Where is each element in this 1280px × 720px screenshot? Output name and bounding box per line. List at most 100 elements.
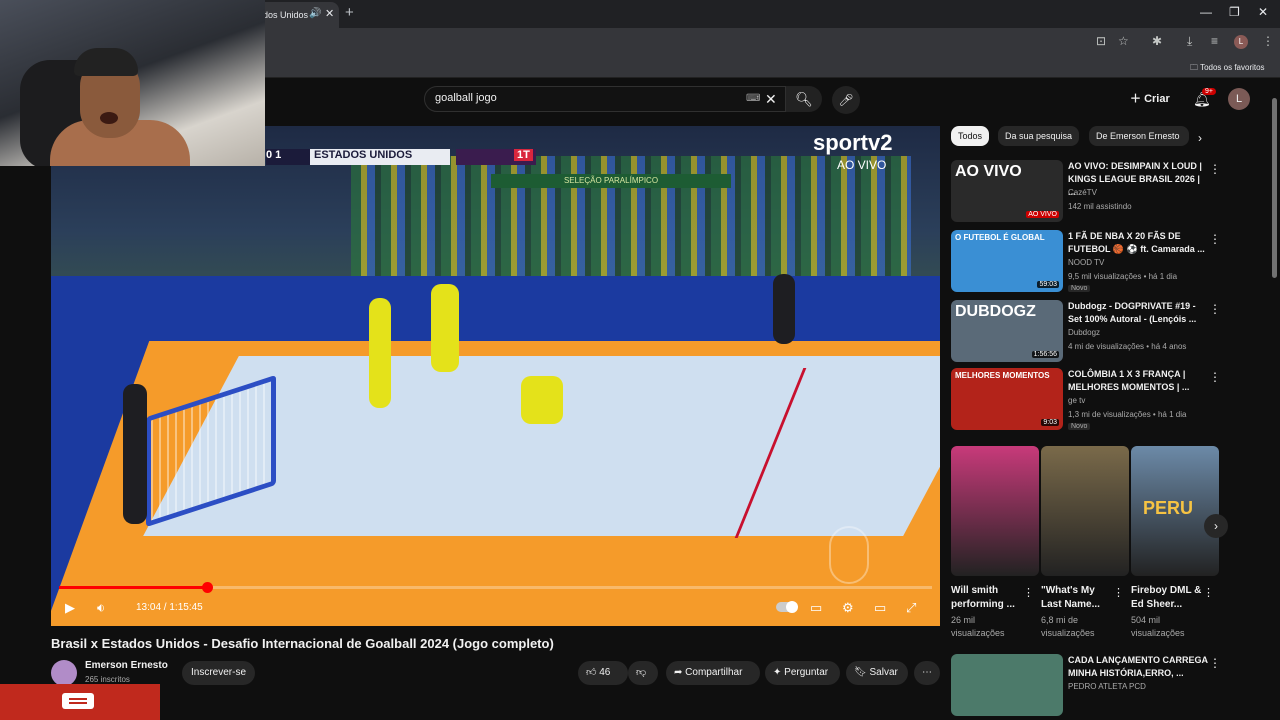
score: 0 1 [266, 149, 310, 165]
thumbnail-text: MELHORES MOMENTOS [955, 371, 1050, 380]
more-options-icon[interactable]: ⋮ [1023, 586, 1034, 599]
video-thumbnail[interactable]: AO VIVO AO VIVO [951, 160, 1063, 222]
chevron-right-icon[interactable]: › [1198, 131, 1202, 145]
video-thumbnail[interactable]: 9:03 MELHORES MOMENTOS [951, 368, 1063, 430]
all-bookmarks-label: Todos os favoritos [1200, 63, 1265, 72]
broadcaster-logo: sportv2 [813, 130, 893, 155]
clear-search-icon[interactable]: ✕ [765, 91, 777, 108]
short-thumbnail[interactable] [1041, 446, 1129, 576]
short-title[interactable]: "What's My Last Name... [1041, 584, 1113, 612]
more-options-icon[interactable]: ⋮ [1209, 656, 1221, 670]
mic-icon: 🎤︎ [838, 93, 854, 107]
video-thumbnail[interactable]: 59:03 O FUTEBOL É GLOBAL [951, 230, 1063, 292]
player [521, 376, 563, 424]
chip-channel[interactable]: De Emerson Ernesto [1089, 126, 1189, 146]
more-options-icon[interactable]: ⋮ [1113, 586, 1124, 599]
bookmark-star-icon[interactable]: ☆ [1118, 34, 1129, 48]
webcam-overlay [0, 0, 265, 166]
video-thumbnail[interactable]: 1:56:56 DUBDOGZ [951, 300, 1063, 362]
video-thumbnail[interactable] [951, 654, 1063, 716]
recommendation-title[interactable]: Dubdogz - DOGPRIVATE #19 - Set 100% Auto… [1068, 300, 1208, 326]
chevron-right-icon[interactable]: › [1204, 514, 1228, 538]
short-views: 26 mil visualizações [951, 615, 1005, 638]
scrollbar[interactable] [1270, 86, 1278, 686]
like-button[interactable]: 👍︎ 46 [578, 661, 628, 685]
volume-icon[interactable]: 🔉︎ [97, 600, 105, 616]
subtitles-icon[interactable]: ▭ [810, 600, 822, 616]
all-bookmarks[interactable]: 🗀 Todos os favoritos [1190, 62, 1265, 76]
progress-fill [59, 586, 208, 589]
ask-label: Perguntar [784, 667, 829, 678]
settings-gear-icon[interactable]: ⚙ [842, 600, 854, 616]
recommendation-title[interactable]: COLÔMBIA 1 X 3 FRANÇA | MELHORES MOMENTO… [1068, 368, 1208, 394]
video-player[interactable]: SELEÇÃO PARALÍMPICO 0 1 ESTADOS UNIDOS 1… [51, 126, 940, 626]
recommendation-meta: 9,5 mil visualizações • há 1 dia [1068, 272, 1178, 281]
recommendation-item[interactable]: 9:03 MELHORES MOMENTOS COLÔMBIA 1 X 3 FRA… [951, 368, 1271, 430]
search-button[interactable]: 🔍︎ [786, 86, 822, 112]
short-title[interactable]: Fireboy DML & Ed Sheer... [1131, 584, 1203, 612]
download-icon[interactable]: ⤓ [1187, 34, 1192, 49]
duration: 9:03 [1041, 419, 1059, 426]
recommendation-item[interactable]: 59:03 O FUTEBOL É GLOBAL 1 FÃ DE NBA X 20… [951, 230, 1271, 292]
profile-avatar[interactable]: L [1234, 35, 1248, 49]
play-icon[interactable]: ▶ [65, 600, 75, 616]
ask-button[interactable]: ✦ Perguntar [765, 661, 840, 685]
recommendation-channel[interactable]: CazéTV [1068, 188, 1097, 197]
install-app-icon[interactable]: ⊡ [1096, 34, 1106, 48]
time-display: 13:04 / 1:15:45 [136, 602, 203, 613]
recommendation-item[interactable]: 1:56:56 DUBDOGZ Dubdogz - DOGPRIVATE #19 … [951, 300, 1271, 362]
keyboard-icon[interactable]: ⌨ [746, 93, 760, 104]
window-close-icon[interactable]: ✕ [1258, 5, 1268, 19]
progress-bar[interactable] [59, 582, 932, 593]
browser-tab[interactable]: dos Unidos 🔊 ✕ [255, 2, 339, 28]
duration: 1:56:56 [1031, 351, 1059, 358]
search-input[interactable]: goalball jogo [435, 92, 497, 104]
restore-icon[interactable]: ❐ [1229, 5, 1240, 19]
short-title[interactable]: Will smith performing ... [951, 584, 1023, 612]
like-count: 46 [599, 667, 611, 678]
save-button[interactable]: 🔖︎ Salvar [846, 661, 908, 685]
period: 1T [456, 149, 536, 165]
video-title: Brasil x Estados Unidos - Desafio Intern… [51, 636, 554, 651]
referee [123, 384, 147, 524]
channel-name[interactable]: Emerson Ernesto [85, 660, 168, 671]
recommendation-title[interactable]: 1 FÃ DE NBA X 20 FÃS DE FUTEBOL 🏀 ⚽ ft. … [1068, 230, 1208, 256]
media-control-icon[interactable]: ≡ [1211, 34, 1218, 48]
recommendation-item[interactable]: CADA LANÇAMENTO CARREGA MINHA HISTÓRIA,E… [951, 654, 1271, 716]
chip-search-related[interactable]: Da sua pesquisa [998, 126, 1080, 146]
scrollbar-thumb[interactable] [1272, 98, 1277, 278]
recommendation-title[interactable]: CADA LANÇAMENTO CARREGA MINHA HISTÓRIA,E… [1068, 654, 1208, 680]
theater-mode-icon[interactable]: ▭ [874, 600, 886, 616]
share-button[interactable]: ➦ Compartilhar [666, 661, 760, 685]
overlay-bar [0, 684, 160, 720]
subscribe-button[interactable]: Inscrever-se [182, 661, 255, 685]
channel-avatar[interactable] [51, 660, 77, 686]
more-options-icon[interactable]: ⋮ [1209, 162, 1221, 176]
create-button[interactable]: ＋ Criar [1130, 90, 1170, 106]
short-thumbnail[interactable] [951, 446, 1039, 576]
minimize-icon[interactable]: — [1200, 5, 1212, 19]
more-actions-button[interactable]: ⋯ [914, 661, 940, 685]
extensions-icon[interactable]: ✱ [1152, 34, 1162, 48]
recommendation-item[interactable]: AO VIVO AO VIVO AO VIVO: DESIMPAIN X LOUD… [951, 160, 1271, 222]
new-tab-icon[interactable]: + [345, 4, 354, 21]
chip-all[interactable]: Todos [951, 126, 990, 146]
short-thumbnail[interactable]: PERU [1131, 446, 1219, 576]
close-tab-icon[interactable]: ✕ [325, 7, 334, 20]
more-options-icon[interactable]: ⋮ [1209, 370, 1221, 384]
speaker-icon[interactable]: 🔊 [309, 8, 321, 19]
search-box[interactable]: goalball jogo ⌨ ✕ [424, 86, 786, 112]
recommendation-channel[interactable]: PEDRO ATLETA PCD [1068, 682, 1146, 691]
more-options-icon[interactable]: ⋮ [1203, 586, 1214, 599]
user-avatar[interactable]: L [1228, 88, 1250, 110]
dislike-button[interactable]: 👎︎ [628, 661, 658, 685]
more-options-icon[interactable]: ⋮ [1209, 302, 1221, 316]
more-options-icon[interactable]: ⋮ [1209, 232, 1221, 246]
fullscreen-icon[interactable]: ⤢ [906, 600, 916, 616]
voice-search-button[interactable]: 🎤︎ [832, 86, 860, 114]
menu-icon[interactable]: ⋮ [1262, 34, 1274, 48]
autoplay-toggle[interactable] [776, 601, 798, 613]
recommendation-channel[interactable]: ge tv [1068, 396, 1085, 405]
recommendation-channel[interactable]: Dubdogz [1068, 328, 1100, 337]
recommendation-channel[interactable]: NOOD TV [1068, 258, 1104, 267]
